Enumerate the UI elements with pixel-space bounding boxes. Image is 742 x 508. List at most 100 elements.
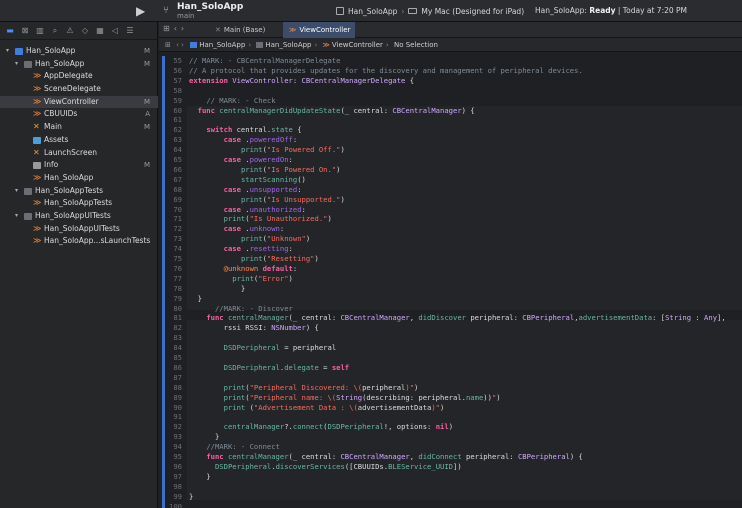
code-token: //MARK: - Connect bbox=[206, 442, 280, 452]
code-line[interactable]: 91 bbox=[159, 412, 742, 422]
code-line[interactable]: 83 bbox=[159, 333, 742, 343]
code-line[interactable]: 84 DSDPeripheral = peripheral bbox=[159, 343, 742, 353]
scheme-selector[interactable]: Han_SoloApp › My Mac (Designed for iPad) bbox=[336, 5, 524, 17]
code-line[interactable]: 98 bbox=[159, 482, 742, 492]
symbol-icon[interactable]: ▥ bbox=[35, 26, 45, 36]
run-icon[interactable]: ▶ bbox=[136, 4, 148, 18]
code-line[interactable]: 61 bbox=[159, 115, 742, 125]
disclosure-icon[interactable]: ▾ bbox=[15, 185, 18, 198]
code-line[interactable]: 87 bbox=[159, 373, 742, 383]
code-text: print("Unknown") bbox=[189, 234, 310, 244]
code-line[interactable]: 81 func centralManager(_ central: CBCent… bbox=[159, 313, 742, 323]
code-line[interactable]: 77 print("Error") bbox=[159, 274, 742, 284]
disclosure-icon[interactable]: ▾ bbox=[15, 210, 18, 223]
navigator-row[interactable]: ≫ Han_SoloAppUITests bbox=[0, 223, 158, 236]
code-line[interactable]: 74 case .resetting: bbox=[159, 244, 742, 254]
scheme-icon bbox=[336, 7, 344, 15]
swift-file-icon: ≫ bbox=[33, 109, 42, 119]
navigator-row[interactable]: ≫ ViewController M bbox=[0, 95, 158, 109]
jump-group[interactable]: Han_SoloApp bbox=[265, 41, 311, 49]
code-line[interactable]: 65 case .poweredOn: bbox=[159, 155, 742, 165]
code-line[interactable]: 97 } bbox=[159, 472, 742, 482]
code-line[interactable]: 72 case .unknown: bbox=[159, 224, 742, 234]
code-line[interactable]: 92 centralManager?.connect(DSDPeripheral… bbox=[159, 422, 742, 432]
debug-icon[interactable]: ▦ bbox=[95, 26, 105, 36]
folder-icon[interactable]: ▬ bbox=[5, 26, 15, 36]
navigator-row[interactable]: ▾ Han_SoloApp M bbox=[0, 45, 158, 58]
code-line[interactable]: 60 func centralManagerDidUpdateState(_ c… bbox=[159, 106, 742, 116]
navigator-row[interactable]: ≫ Han_SoloAppTests bbox=[0, 197, 158, 210]
code-line[interactable]: 69 print("Is Unsupported.") bbox=[159, 195, 742, 205]
jump-project[interactable]: Han_SoloApp bbox=[199, 41, 245, 49]
report-icon[interactable]: ☰ bbox=[125, 26, 135, 36]
disclosure-icon[interactable]: ▾ bbox=[15, 58, 18, 71]
navigator-row[interactable]: ≫ AppDelegate bbox=[0, 70, 158, 83]
code-line[interactable]: 85 bbox=[159, 353, 742, 363]
code-line[interactable]: 75 print("Resetting") bbox=[159, 254, 742, 264]
chevron-right-icon[interactable]: › bbox=[181, 41, 184, 49]
code-line[interactable]: 55 // MARK: - CBCentralManagerDelegate bbox=[159, 56, 742, 66]
jump-bar[interactable]: ⊞ ‹ › Han_SoloApp › Han_SoloApp › ≫ ViewCon… bbox=[159, 38, 742, 52]
code-line[interactable]: 57 extension ViewController: CBCentralMan… bbox=[159, 76, 742, 86]
navigator-row-label: Main bbox=[44, 122, 62, 132]
branch-name[interactable]: main bbox=[177, 12, 195, 20]
code-line[interactable]: 99} bbox=[159, 492, 742, 502]
code-line[interactable]: 73 print("Unknown") bbox=[159, 234, 742, 244]
code-token: peripheral: bbox=[461, 452, 518, 461]
issue-icon[interactable]: ⚠ bbox=[65, 26, 75, 36]
code-line[interactable]: 89 print("Peripheral name: \(String(desc… bbox=[159, 393, 742, 403]
code-line[interactable]: 64 print("Is Powered Off.") bbox=[159, 145, 742, 155]
navigator-row[interactable]: ▾ Han_SoloAppUITests bbox=[0, 210, 158, 223]
code-line[interactable]: 58 bbox=[159, 86, 742, 96]
navigator-row[interactable]: ≫ Han_SoloApp...sLaunchTests bbox=[0, 235, 158, 248]
navigator-row[interactable]: Assets bbox=[0, 134, 158, 147]
code-line[interactable]: 67 startScanning() bbox=[159, 175, 742, 185]
code-token: didConnect bbox=[418, 452, 462, 461]
code-line[interactable]: 80 //MARK: - Discover bbox=[159, 304, 742, 314]
breakpoint-icon[interactable]: ◁ bbox=[110, 26, 120, 36]
swift-file-icon: ≫ bbox=[322, 41, 330, 49]
code-line[interactable]: 96 DSDPeripheral.discoverServices([CBUUI… bbox=[159, 462, 742, 472]
editor-nav-buttons[interactable]: ⊞‹› bbox=[163, 24, 188, 33]
tab-main-base[interactable]: ✕ Main (Base) bbox=[209, 22, 281, 38]
tab-viewcontroller[interactable]: ≫ ViewController bbox=[283, 22, 355, 38]
code-line[interactable]: 68 case .unsupported: bbox=[159, 185, 742, 195]
navigator-row[interactable]: ≫ CBUUIDs A bbox=[0, 108, 158, 121]
code-line[interactable]: 59 // MARK: - Check bbox=[159, 96, 742, 106]
code-line[interactable]: 66 print("Is Powered On.") bbox=[159, 165, 742, 175]
code-line[interactable]: 71 print("Is Unauthorized.") bbox=[159, 214, 742, 224]
disclosure-icon[interactable]: ▾ bbox=[6, 45, 9, 58]
navigator-row[interactable]: ✕ Main M bbox=[0, 121, 158, 134]
navigator-row[interactable]: Info M bbox=[0, 159, 158, 172]
code-line[interactable]: 100 bbox=[159, 502, 742, 508]
code-line[interactable]: 62 switch central.state { bbox=[159, 125, 742, 135]
code-line[interactable]: 95 func centralManager(_ central: CBCent… bbox=[159, 452, 742, 462]
navigator-row[interactable]: ≫ Han_SoloApp bbox=[0, 172, 158, 185]
code-line[interactable]: 76 @unknown default: bbox=[159, 264, 742, 274]
code-line[interactable]: 79 } bbox=[159, 294, 742, 304]
jump-file[interactable]: ViewController bbox=[332, 41, 383, 49]
code-line[interactable]: 56 // A protocol that provides updates fo… bbox=[159, 66, 742, 76]
code-token: connect bbox=[292, 422, 324, 432]
code-line[interactable]: 90 print ("Advertisement Data : \(advert… bbox=[159, 403, 742, 413]
navigator-row[interactable]: ▾ Han_SoloApp M bbox=[0, 58, 158, 71]
navigator-row[interactable]: ✕ LaunchScreen bbox=[0, 147, 158, 160]
code-line[interactable]: 63 case .poweredOff: bbox=[159, 135, 742, 145]
jump-symbol[interactable]: No Selection bbox=[394, 41, 438, 49]
search-icon[interactable]: ⌕ bbox=[50, 26, 60, 36]
code-line[interactable]: 93 } bbox=[159, 432, 742, 442]
test-icon[interactable]: ◇ bbox=[80, 26, 90, 36]
code-line[interactable]: 82 rssi RSSI: NSNumber) { bbox=[159, 323, 742, 333]
code-line[interactable]: 88 print("Peripheral Discovered: \(perip… bbox=[159, 383, 742, 393]
code-line[interactable]: 78 } bbox=[159, 284, 742, 294]
navigator-row[interactable]: ▾ Han_SoloAppTests bbox=[0, 185, 158, 198]
code-line[interactable]: 70 case .unauthorized: bbox=[159, 205, 742, 215]
chevron-left-icon[interactable]: ‹ bbox=[176, 41, 179, 49]
line-number: 85 bbox=[173, 353, 182, 362]
code-line[interactable]: 86 DSDPeripheral.delegate = self bbox=[159, 363, 742, 373]
navigator-row[interactable]: ≫ SceneDelegate bbox=[0, 83, 158, 96]
line-number: 60 bbox=[173, 105, 182, 115]
code-line[interactable]: 94 //MARK: - Connect bbox=[159, 442, 742, 452]
source-control-icon[interactable]: ⊠ bbox=[20, 26, 30, 36]
code-area[interactable]: 55 // MARK: - CBCentralManagerDelegate 56 /… bbox=[159, 56, 742, 508]
